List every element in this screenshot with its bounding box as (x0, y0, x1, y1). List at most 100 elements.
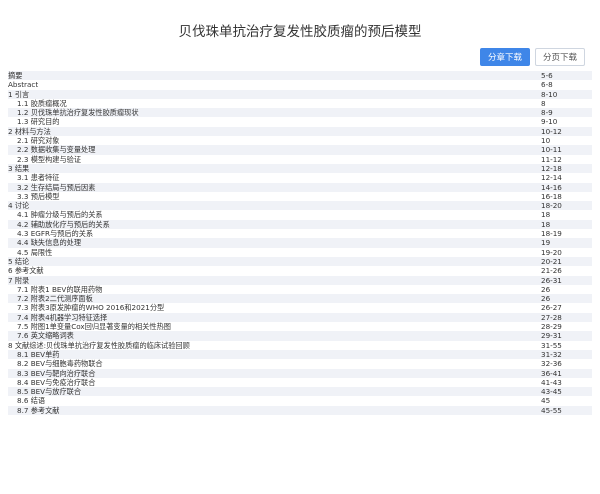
toc-subsection-row[interactable]: 2.2 数据收集与变量处理 10-11 (8, 145, 592, 155)
toc-entry-title[interactable]: 8.7 参考文献 (17, 406, 59, 415)
toc-subsection-row[interactable]: 8.4 BEV与免疫治疗联合 41-43 (8, 378, 592, 387)
document-title: 贝伐珠单抗治疗复发性胶质瘤的预后模型 (178, 24, 422, 40)
toc-entry-title[interactable]: 3.3 预后模型 (17, 192, 59, 201)
toc-entry-title[interactable]: 8.3 BEV与靶向治疗联合 (17, 369, 95, 378)
toc-entry-title[interactable]: 8 文献综述:贝伐珠单抗治疗复发性胶质瘤的临床试验回顾 (8, 341, 190, 350)
toc-subsection-row[interactable]: 1.1 胶质瘤概况 8 (8, 99, 592, 108)
toc-entry-title[interactable]: 4.3 EGFR与预后的关系 (17, 229, 93, 238)
toc-section-row[interactable]: 6 参考文献 21-26 (8, 266, 592, 275)
toc-entry-pages: 18-19 (541, 229, 562, 239)
toc-subsection-row[interactable]: 7.1 附表1 BEV的联用药物 26 (8, 285, 592, 294)
toc-subsection-row[interactable]: 8.1 BEV单药 31-32 (8, 349, 592, 360)
page-download-button[interactable]: 分页下载 (534, 48, 585, 66)
toc-entry-pages: 8 (541, 98, 546, 108)
toc-section-row[interactable]: 8 文献综述:贝伐珠单抗治疗复发性胶质瘤的临床试验回顾 31-55 (8, 341, 592, 350)
toc-section-row[interactable]: 2 材料与方法 10-12 (8, 126, 592, 137)
toc-subsection-row[interactable]: 4.4 缺失信息的处理 19 (8, 238, 592, 248)
toc-entry-title[interactable]: 7.3 附表3原发肿瘤的WHO 2016和2021分型 (17, 303, 164, 312)
toc-entry-title[interactable]: 2.3 模型构建与验证 (17, 155, 81, 164)
toc-entry-title[interactable]: 7.4 附表4机器学习特征选择 (17, 313, 107, 322)
toc-entry-pages: 6-8 (541, 80, 553, 90)
toc-subsection-row[interactable]: 7.5 附图1单变量Cox回归显著变量的相关性热图 28-29 (8, 322, 592, 331)
toc-entry-pages: 5-6 (541, 71, 553, 80)
toc-entry-pages: 29-31 (541, 331, 562, 341)
table-of-contents: 摘要 5-6 Abstract 6-8 1 引言 8-10 1.1 胶质瘤概况 8 1.2 贝伐… (8, 71, 592, 415)
toc-entry-title[interactable]: 摘要 (8, 71, 22, 80)
toc-subsection-row[interactable]: 3.1 患者特征 12-14 (8, 173, 592, 182)
toc-section-row[interactable]: 7 附录 26-31 (8, 275, 592, 285)
toc-entry-title[interactable]: 2.2 数据收集与变量处理 (17, 145, 95, 154)
toc-subsection-row[interactable]: 4.5 局限性 19-20 (8, 248, 592, 257)
toc-entry-title[interactable]: 4.5 局限性 (17, 248, 52, 257)
toc-entry-pages: 26 (541, 284, 551, 294)
toc-entry-title[interactable]: 8.2 BEV与细胞毒药物联合 (17, 359, 103, 368)
toc-entry-title[interactable]: 3.2 生存结局与预后因素 (17, 183, 95, 192)
toc-entry-title[interactable]: 8.5 BEV与放疗联合 (17, 387, 81, 396)
toc-subsection-row[interactable]: 1.3 研究目的 9-10 (8, 117, 592, 126)
toc-entry-title[interactable]: 8.6 结语 (17, 396, 45, 405)
toc-entry-title[interactable]: 8.4 BEV与免疫治疗联合 (17, 378, 95, 387)
toc-entry-pages: 32-36 (541, 359, 562, 369)
toc-subsection-row[interactable]: 2.1 研究对象 10 (8, 136, 592, 145)
toc-entry-title[interactable]: 4 讨论 (8, 201, 29, 210)
toc-subsection-row[interactable]: 4.3 EGFR与预后的关系 18-19 (8, 229, 592, 238)
toc-entry-title[interactable]: 7.2 附表2二代测序面板 (17, 294, 93, 303)
toc-entry-title[interactable]: 1.1 胶质瘤概况 (17, 99, 67, 108)
toc-section-row[interactable]: Abstract 6-8 (8, 80, 592, 89)
toc-entry-title[interactable]: 7 附录 (8, 276, 29, 285)
toc-subsection-row[interactable]: 8.6 结语 45 (8, 396, 592, 405)
toc-subsection-row[interactable]: 8.2 BEV与细胞毒药物联合 32-36 (8, 359, 592, 368)
toc-section-row[interactable]: 1 引言 8-10 (8, 89, 592, 99)
toc-entry-title[interactable]: Abstract (8, 80, 38, 89)
toc-section-row[interactable]: 5 结论 20-21 (8, 256, 592, 267)
toc-entry-pages: 9-10 (541, 117, 558, 127)
toc-subsection-row[interactable]: 2.3 模型构建与验证 11-12 (8, 155, 592, 164)
toc-subsection-row[interactable]: 3.3 预后模型 16-18 (8, 192, 592, 201)
toc-entry-pages: 19 (541, 238, 551, 248)
toc-subsection-row[interactable]: 8.5 BEV与放疗联合 43-45 (8, 387, 592, 397)
toc-entry-title[interactable]: 6 参考文献 (8, 266, 44, 275)
toc-entry-pages: 10 (541, 136, 551, 146)
toc-section-row[interactable]: 摘要 5-6 (8, 71, 592, 81)
toc-subsection-row[interactable]: 8.7 参考文献 45-55 (8, 405, 592, 415)
toc-entry-title[interactable]: 4.2 辅助放化疗与预后的关系 (17, 220, 110, 229)
toc-entry-pages: 10-12 (541, 126, 562, 136)
toc-entry-pages: 27-28 (541, 312, 562, 322)
toc-subsection-row[interactable]: 3.2 生存结局与预后因素 14-16 (8, 182, 592, 192)
toc-entry-title[interactable]: 5 结论 (8, 257, 29, 266)
download-toolbar: 分章下载 分页下载 (479, 48, 585, 66)
toc-section-row[interactable]: 4 讨论 18-20 (8, 201, 592, 211)
toc-entry-pages: 8-10 (541, 89, 558, 99)
toc-entry-title[interactable]: 3 结果 (8, 164, 29, 173)
toc-subsection-row[interactable]: 1.2 贝伐珠单抗治疗复发性胶质瘤现状 8-9 (8, 108, 592, 118)
toc-subsection-row[interactable]: 7.2 附表2二代测序面板 26 (8, 294, 592, 304)
toc-entry-pages: 45 (541, 396, 551, 406)
toc-entry-title[interactable]: 4.4 缺失信息的处理 (17, 238, 81, 247)
toc-entry-title[interactable]: 4.1 肿瘤分级与预后的关系 (17, 210, 103, 219)
toc-entry-pages: 41-43 (541, 377, 562, 387)
toc-entry-pages: 19-20 (541, 247, 562, 257)
toc-entry-title[interactable]: 7.1 附表1 BEV的联用药物 (17, 285, 102, 294)
toc-subsection-row[interactable]: 4.1 肿瘤分级与预后的关系 18 (8, 210, 592, 219)
chapter-download-button[interactable]: 分章下载 (479, 48, 530, 66)
toc-entry-title[interactable]: 1 引言 (8, 90, 29, 99)
toc-entry-pages: 26-27 (541, 303, 562, 313)
toc-entry-title[interactable]: 2.1 研究对象 (17, 136, 59, 145)
toc-entry-pages: 18 (541, 210, 551, 220)
toc-section-row[interactable]: 3 结果 12-18 (8, 163, 592, 174)
toc-entry-pages: 20-21 (541, 256, 562, 266)
toc-entry-pages: 10-11 (541, 145, 562, 155)
toc-entry-title[interactable]: 1.3 研究目的 (17, 117, 59, 126)
toc-entry-title[interactable]: 7.6 英文缩略词表 (17, 331, 74, 340)
toc-entry-title[interactable]: 3.1 患者特征 (17, 173, 59, 182)
toc-subsection-row[interactable]: 7.3 附表3原发肿瘤的WHO 2016和2021分型 26-27 (8, 303, 592, 312)
toc-entry-title[interactable]: 8.1 BEV单药 (17, 350, 59, 359)
toc-subsection-row[interactable]: 8.3 BEV与靶向治疗联合 36-41 (8, 368, 592, 378)
toc-entry-title[interactable]: 7.5 附图1单变量Cox回归显著变量的相关性热图 (17, 322, 171, 331)
toc-entry-title[interactable]: 2 材料与方法 (8, 127, 51, 136)
toc-subsection-row[interactable]: 7.6 英文缩略词表 29-31 (8, 331, 592, 341)
toc-subsection-row[interactable]: 4.2 辅助放化疗与预后的关系 18 (8, 219, 592, 230)
toc-subsection-row[interactable]: 7.4 附表4机器学习特征选择 27-28 (8, 312, 592, 323)
toc-entry-title[interactable]: 1.2 贝伐珠单抗治疗复发性胶质瘤现状 (17, 108, 139, 117)
toc-entry-pages: 28-29 (541, 322, 562, 332)
